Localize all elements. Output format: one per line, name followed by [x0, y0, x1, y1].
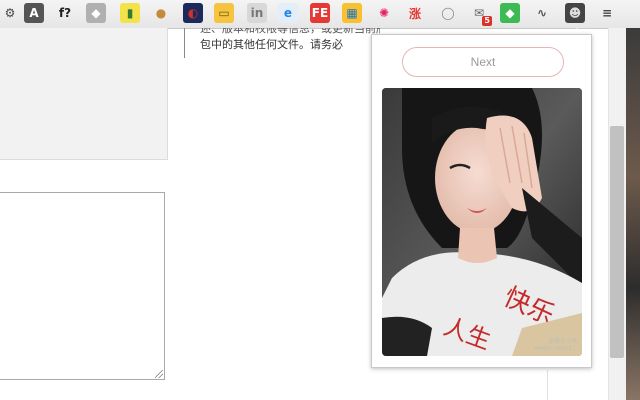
divider [547, 370, 548, 400]
avatar-extension-icon[interactable]: ☻ [565, 3, 585, 23]
resize-grip-icon[interactable] [155, 370, 163, 378]
grid-icon-glyph: ▦ [346, 6, 358, 20]
shield-icon-glyph: ◆ [91, 6, 101, 20]
speedometer-icon-glyph: ◐ [187, 6, 199, 20]
menu-icon[interactable]: ≡ [597, 3, 617, 23]
cookie-icon-glyph: ● [155, 6, 167, 20]
watermark-line-2: weibo.com/1... [534, 345, 578, 352]
speedometer-icon[interactable]: ◐ [183, 3, 203, 23]
fe-icon-glyph: FE [311, 6, 329, 20]
grid-icon[interactable]: ▦ [342, 3, 362, 23]
clipboard-icon[interactable]: e [278, 3, 298, 23]
background-photo-edge [626, 28, 640, 400]
circle-icon-glyph: ◯ [441, 6, 455, 20]
clipboard-icon-glyph: e [283, 6, 293, 20]
photo: 快乐 人生 @椰汁小仙 weibo.com/1... [382, 88, 582, 356]
extension-popup: Next 快乐 人生 @椰汁小仙 weibo.com/1... [371, 34, 592, 368]
book-icon[interactable]: ▮ [120, 3, 140, 23]
quote-bar [184, 28, 185, 58]
menu-icon-glyph: ≡ [601, 6, 613, 20]
color-wheel-icon-glyph: ✺ [378, 6, 390, 20]
pulse-icon[interactable]: ∿ [532, 3, 552, 23]
portrait-image: 快乐 人生 [382, 88, 582, 356]
mail-icon[interactable]: ✉ 5 [469, 3, 492, 26]
linkedin-icon-glyph: in [250, 6, 264, 20]
document-text-line: 包中的其他任何文件。请务必 [200, 38, 343, 51]
photo-watermark: @椰汁小仙 weibo.com/1... [534, 338, 578, 352]
scrollbar-thumb[interactable] [610, 126, 624, 358]
browser-toolbar: ⚙ Af? ◆ ▮ ● ◐ ▭ in e FE ▦ ✺ 涨 ◯ ✉ 5 ◆ ∿ ☻ ≡ [0, 0, 640, 29]
notification-badge: 5 [482, 16, 492, 26]
cookie-icon[interactable]: ● [151, 3, 171, 23]
content-panel [0, 28, 168, 160]
ruler-icon-glyph: ▭ [218, 6, 230, 20]
shield-icon[interactable]: ◆ [86, 3, 106, 23]
angular-icon-glyph: A [29, 6, 39, 20]
linkedin-icon[interactable]: in [247, 3, 267, 23]
gear-icon[interactable]: ⚙ [0, 3, 20, 23]
avatar-extension-icon-glyph: ☻ [568, 6, 582, 20]
next-button[interactable]: Next [402, 47, 564, 77]
angular-icon[interactable]: A [24, 3, 44, 23]
color-wheel-icon[interactable]: ✺ [374, 3, 394, 23]
watermark-line-1: @椰汁小仙 [547, 338, 578, 345]
pulse-icon-glyph: ∿ [536, 6, 548, 20]
text-area[interactable] [0, 192, 165, 380]
document-text: 述、版本和权限等信息，或更新当前版本中的代码库 包中的其他任何文件。请务必 [200, 28, 380, 54]
feedly-icon-glyph: ◆ [505, 6, 515, 20]
circle-icon[interactable]: ◯ [438, 3, 458, 23]
book-icon-glyph: ▮ [126, 6, 134, 20]
function-icon-glyph: f? [58, 6, 72, 20]
shopping-icon-glyph: 涨 [408, 6, 421, 21]
document-text-line-top: 述、版本和权限等信息，或更新当前版本中的代码库 [200, 28, 380, 35]
function-icon[interactable]: f? [55, 3, 75, 23]
gear-icon-glyph: ⚙ [4, 6, 16, 20]
feedly-icon[interactable]: ◆ [500, 3, 520, 23]
shopping-icon[interactable]: 涨 [405, 3, 425, 23]
fe-icon[interactable]: FE [310, 3, 330, 23]
ruler-icon[interactable]: ▭ [214, 3, 234, 23]
